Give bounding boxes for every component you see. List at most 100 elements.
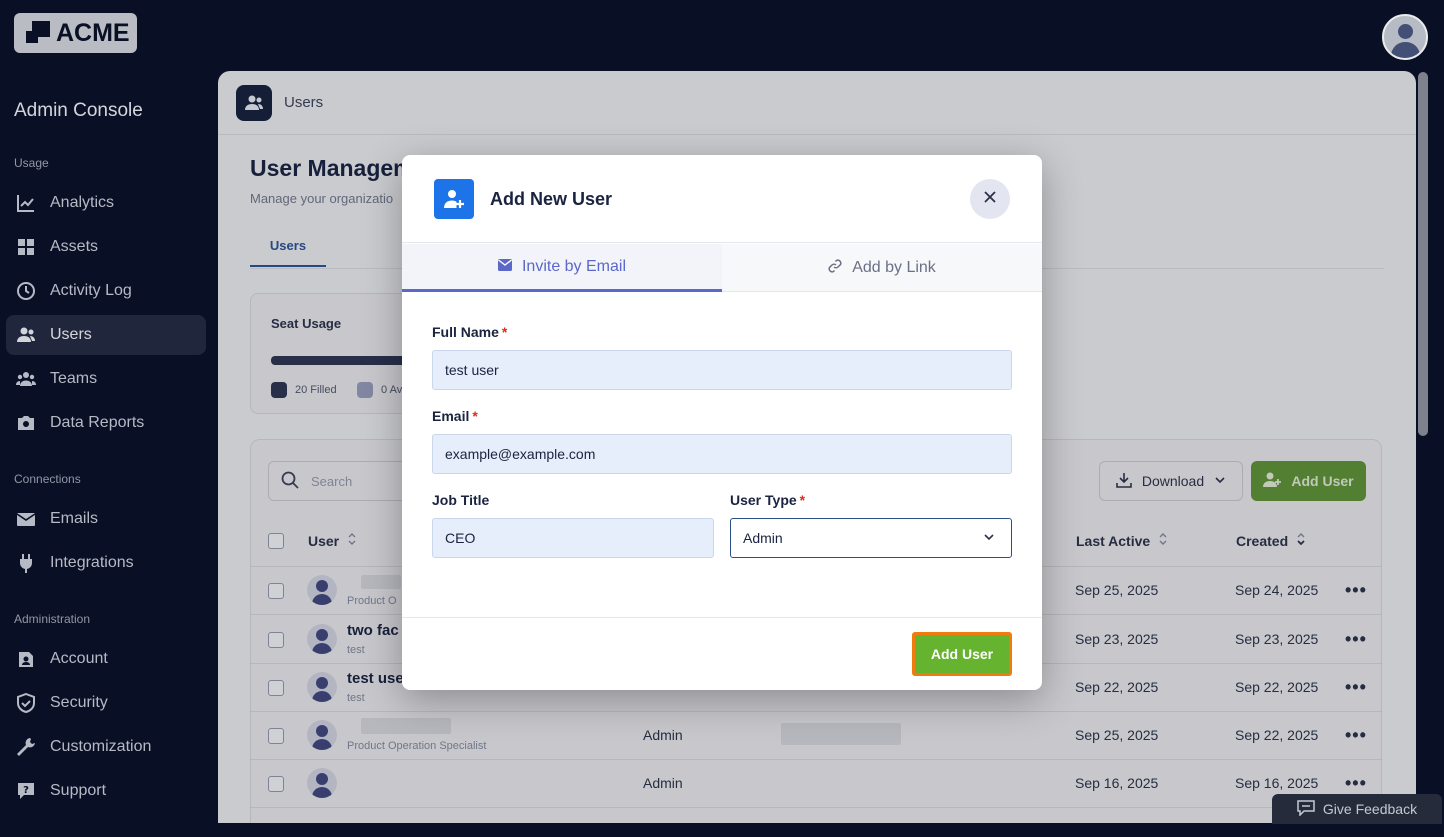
select-all-checkbox[interactable] (268, 533, 284, 549)
teams-icon (16, 369, 36, 389)
search-icon (281, 471, 299, 492)
tab-invite-by-email[interactable]: Invite by Email (402, 244, 722, 292)
chevron-down-icon (1214, 473, 1226, 489)
row-more-button[interactable]: ••• (1345, 629, 1367, 650)
avatar (307, 624, 337, 654)
row-last-active: Sep 16, 2025 (1075, 775, 1159, 791)
search-placeholder: Search (311, 473, 353, 489)
row-checkbox[interactable] (268, 728, 284, 744)
sort-icon (1158, 532, 1168, 549)
sidebar-item-analytics[interactable]: Analytics (6, 183, 206, 223)
column-header-last-active[interactable]: Last Active (1076, 532, 1168, 549)
user-avatar[interactable] (1382, 14, 1428, 60)
sort-icon (347, 532, 357, 549)
seat-usage-label: Seat Usage (271, 316, 342, 331)
required-marker: * (501, 324, 508, 340)
row-created: Sep 22, 2025 (1235, 727, 1319, 743)
close-icon (984, 190, 996, 208)
row-checkbox[interactable] (268, 776, 284, 792)
required-marker: * (472, 408, 478, 424)
download-button[interactable]: Download (1099, 461, 1243, 501)
sidebar-item-support[interactable]: ? Support (6, 771, 206, 811)
add-user-button[interactable]: Add User (1251, 461, 1366, 501)
row-last-active: Sep 25, 2025 (1075, 582, 1159, 598)
sidebar-item-security[interactable]: Security (6, 683, 206, 723)
job-title-label: Job Title (432, 492, 490, 508)
sidebar-item-label: Data Reports (50, 414, 145, 431)
row-subtitle: test (347, 692, 365, 704)
row-more-button[interactable]: ••• (1345, 773, 1367, 794)
user-type-label: User Type * (730, 492, 806, 508)
row-created: Sep 23, 2025 (1235, 631, 1319, 647)
row-checkbox[interactable] (268, 632, 284, 648)
sidebar-item-account[interactable]: Account (6, 639, 206, 679)
modal-header: Add New User (402, 155, 1042, 243)
sort-icon (1296, 532, 1306, 549)
column-header-created[interactable]: Created (1236, 532, 1306, 549)
sidebar-item-label: Teams (50, 370, 98, 387)
avatar (307, 672, 337, 702)
give-feedback-button[interactable]: Give Feedback (1272, 794, 1442, 824)
add-user-submit-button[interactable]: Add User (912, 632, 1012, 676)
email-field[interactable]: example@example.com (432, 434, 1012, 474)
sidebar-item-assets[interactable]: Assets (6, 227, 206, 267)
sidebar-item-activity-log[interactable]: Activity Log (6, 271, 206, 311)
page-subtitle: Manage your organizatio (250, 191, 394, 206)
job-title-field[interactable]: CEO (432, 518, 714, 558)
redacted-name (361, 575, 401, 589)
page-scrollbar[interactable] (1418, 72, 1428, 436)
sidebar-item-teams[interactable]: Teams (6, 359, 206, 399)
avatar (307, 575, 337, 605)
row-name: test use (347, 670, 404, 687)
column-header-user[interactable]: User (308, 532, 357, 549)
add-user-icon (1263, 471, 1282, 492)
row-created: Sep 22, 2025 (1235, 679, 1319, 695)
plug-icon (16, 553, 36, 573)
table-row[interactable]: Product Operation Specialist Admin Sep 2… (251, 712, 1381, 760)
row-checkbox[interactable] (268, 583, 284, 599)
sidebar-item-label: Assets (50, 238, 99, 255)
acme-logo[interactable]: ACME (14, 13, 137, 53)
table-row[interactable]: Admin Sep 16, 2025 Sep 16, 2025 ••• (251, 760, 1381, 808)
logo-text: ACME (56, 18, 130, 47)
clock-icon (16, 281, 36, 301)
close-button[interactable] (970, 179, 1010, 219)
required-marker: * (799, 492, 806, 508)
user-type-select[interactable]: Admin (730, 518, 1012, 558)
row-name: two fac (347, 622, 399, 639)
chevron-down-icon (983, 530, 995, 546)
avatar (307, 768, 337, 798)
full-name-field[interactable]: test user (432, 350, 1012, 390)
sidebar-item-users[interactable]: Users (6, 315, 206, 355)
sidebar-item-data-reports[interactable]: Data Reports (6, 403, 206, 443)
sidebar-item-integrations[interactable]: Integrations (6, 543, 206, 583)
row-created: Sep 24, 2025 (1235, 582, 1319, 598)
row-more-button[interactable]: ••• (1345, 677, 1367, 698)
users-icon (16, 325, 36, 345)
account-icon (16, 649, 36, 669)
row-subtitle: test (347, 644, 365, 656)
mail-icon (16, 509, 36, 529)
analytics-icon (16, 193, 36, 213)
modal-tabs: Invite by Email Add by Link (402, 244, 1042, 292)
tab-add-by-link[interactable]: Add by Link (722, 244, 1042, 292)
email-label: Email * (432, 408, 478, 424)
sidebar-title: Admin Console (14, 100, 143, 121)
row-more-button[interactable]: ••• (1345, 725, 1367, 746)
sidebar-section-usage: Usage (14, 156, 49, 170)
row-checkbox[interactable] (268, 680, 284, 696)
assets-icon (16, 237, 36, 257)
row-last-active: Sep 22, 2025 (1075, 679, 1159, 695)
tab-users[interactable]: Users (250, 238, 326, 267)
sidebar-item-emails[interactable]: Emails (6, 499, 206, 539)
row-created: Sep 16, 2025 (1235, 775, 1319, 791)
row-more-button[interactable]: ••• (1345, 580, 1367, 601)
redacted-cell (781, 723, 901, 745)
sidebar-item-label: Customization (50, 738, 152, 755)
row-subtitle: Product O (347, 595, 397, 607)
shield-icon (16, 693, 36, 713)
seat-legend-available: 0 Av (357, 382, 402, 398)
sidebar-item-customization[interactable]: Customization (6, 727, 206, 767)
sidebar-item-label: Emails (50, 510, 99, 527)
row-role: Admin (643, 727, 683, 743)
